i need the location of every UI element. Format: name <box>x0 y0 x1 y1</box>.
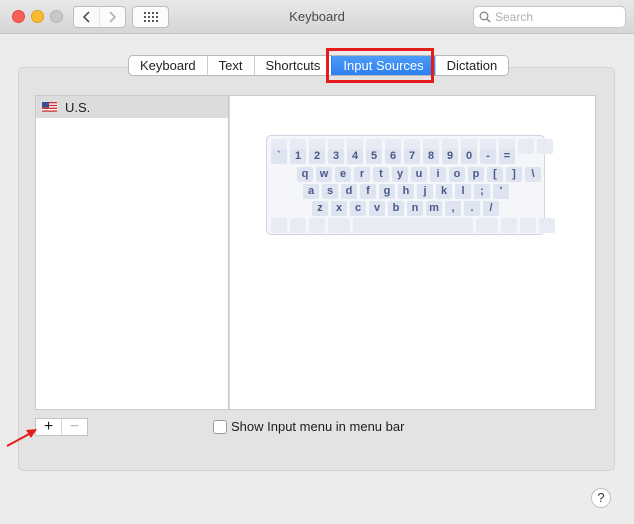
keyboard-key: t <box>373 167 389 182</box>
keyboard-key: 9 <box>442 149 458 164</box>
tab-dictation[interactable]: Dictation <box>434 56 509 75</box>
tab-keyboard[interactable]: Keyboard <box>129 56 207 75</box>
us-flag-icon <box>42 102 57 112</box>
tab-bar: Keyboard Text Shortcuts Input Sources Di… <box>128 55 510 76</box>
keyboard-key: f <box>360 184 376 199</box>
keyboard-key: b <box>388 201 404 216</box>
show-input-menu-checkbox[interactable] <box>213 419 227 434</box>
red-arrow-annotation <box>6 429 37 447</box>
keyboard-key: 8 <box>423 149 439 164</box>
keyboard-key: q <box>297 167 313 182</box>
keyboard-row-top: q w e r t y u i o p[] \ <box>297 167 541 182</box>
keyboard-key: ; <box>474 184 490 199</box>
keyboard-key: w <box>316 167 332 182</box>
keyboard-key: [ <box>487 167 503 182</box>
keyboard-key: p <box>468 167 484 182</box>
keyboard-key: / <box>483 201 499 216</box>
help-button[interactable]: ? <box>591 488 611 508</box>
keyboard-key: ' <box>493 184 509 199</box>
keyboard-key: . <box>464 201 480 216</box>
show-input-menu-option[interactable]: Show Input menu in menu bar <box>213 419 404 434</box>
keyboard-key: 1 <box>290 149 306 164</box>
input-source-label: U.S. <box>65 99 91 115</box>
keyboard-key: c <box>350 201 366 216</box>
keyboard-key: k <box>436 184 452 199</box>
keyboard-key: \ <box>525 167 541 182</box>
keyboard-key: s <box>322 184 338 199</box>
keyboard-key: m <box>426 201 442 216</box>
keyboard-key: x <box>331 201 347 216</box>
list-item[interactable]: U.S. <box>36 96 228 118</box>
keyboard-key: l <box>455 184 471 199</box>
keyboard-key: ` <box>271 149 287 164</box>
add-remove-control: + − <box>35 418 88 436</box>
keyboard-row-space <box>271 218 555 233</box>
keyboard-key: n <box>407 201 423 216</box>
keyboard-key: z <box>312 201 328 216</box>
keyboard-row-numbers: ` 1 2 3 4 5 6 7 8 9 0- = <box>271 149 515 164</box>
search-icon <box>479 11 491 23</box>
input-sources-list[interactable]: U.S. <box>35 95 229 410</box>
keyboard-key: ] <box>506 167 522 182</box>
keyboard-layout-preview: ` 1 2 3 4 5 6 7 8 9 0- = q w e r t y u i o p[] \ a s d f g h j k l; ' … <box>266 135 555 235</box>
keyboard-key: y <box>392 167 408 182</box>
keyboard-key: 7 <box>404 149 420 164</box>
keyboard-key: a <box>303 184 319 199</box>
search-input[interactable] <box>495 10 615 24</box>
keyboard-key: u <box>411 167 427 182</box>
keyboard-key: g <box>379 184 395 199</box>
keyboard-key: 3 <box>328 149 344 164</box>
keyboard-row-home: a s d f g h j k l; ' <box>303 184 509 199</box>
keyboard-key: v <box>369 201 385 216</box>
keyboard-key: o <box>449 167 465 182</box>
tab-text[interactable]: Text <box>206 56 254 75</box>
remove-input-source-button[interactable]: − <box>61 418 87 435</box>
keyboard-key: r <box>354 167 370 182</box>
keyboard-key: 4 <box>347 149 363 164</box>
keyboard-key: - <box>480 149 496 164</box>
highlight-annotation <box>326 48 434 83</box>
keyboard-key: 0 <box>461 149 477 164</box>
keyboard-key: = <box>499 149 515 164</box>
keyboard-row-bottom: z x c v b n m,. / <box>312 201 499 216</box>
keyboard-key: h <box>398 184 414 199</box>
keyboard-key: 2 <box>309 149 325 164</box>
keyboard-key: j <box>417 184 433 199</box>
title-bar: Keyboard <box>0 0 634 34</box>
keyboard-key: 5 <box>366 149 382 164</box>
keyboard-key: , <box>445 201 461 216</box>
keyboard-key: e <box>335 167 351 182</box>
search-field[interactable] <box>473 6 626 28</box>
show-input-menu-label: Show Input menu in menu bar <box>231 419 405 434</box>
keyboard-key: 6 <box>385 149 401 164</box>
keyboard-key: i <box>430 167 446 182</box>
keyboard-key: d <box>341 184 357 199</box>
tab-shortcuts[interactable]: Shortcuts <box>253 56 332 75</box>
